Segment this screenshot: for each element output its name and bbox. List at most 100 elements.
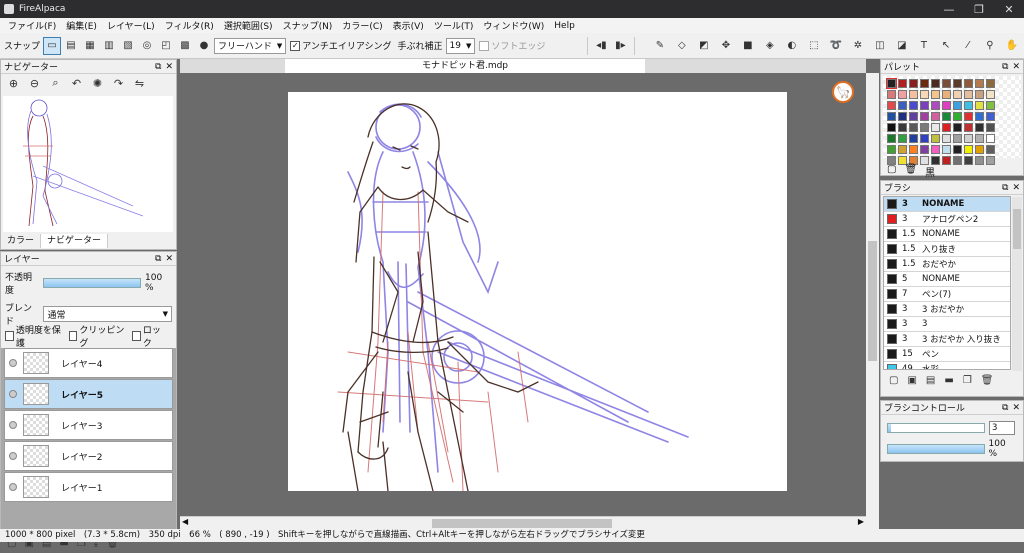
stabilizer-dropdown[interactable]: 19 ▼ — [445, 37, 476, 54]
hand-tool-icon[interactable]: ✋ — [1001, 37, 1022, 55]
palette-swatch[interactable] — [975, 145, 984, 154]
move-tool-icon[interactable]: ✥ — [715, 37, 736, 55]
visibility-icon[interactable] — [9, 452, 17, 460]
close-icon[interactable]: ✕ — [1012, 403, 1020, 413]
palette-swatch[interactable] — [986, 90, 995, 99]
brush-size-slider[interactable] — [887, 423, 985, 433]
new-brush-alt-icon[interactable]: ▣ — [907, 375, 916, 386]
float-icon[interactable]: ⧉ — [1002, 62, 1008, 72]
menu-tools[interactable]: ツール(T) — [429, 19, 479, 32]
palette-swatch[interactable] — [986, 79, 995, 88]
palette-swatch[interactable] — [931, 123, 940, 132]
palette-swatch[interactable] — [920, 134, 929, 143]
layer-row[interactable]: レイヤー5 — [4, 379, 173, 409]
palette-swatch[interactable] — [920, 123, 929, 132]
visibility-icon[interactable] — [9, 483, 17, 491]
snap-radial-icon[interactable]: ▥ — [100, 37, 118, 55]
layer-row[interactable]: レイヤー4 — [4, 348, 173, 378]
palette-swatch[interactable] — [953, 145, 962, 154]
palette-swatch[interactable] — [942, 156, 951, 165]
palette-swatch[interactable] — [898, 134, 907, 143]
snap-settings-icon[interactable]: ▩ — [176, 37, 194, 55]
layer-row[interactable]: レイヤー1 — [4, 472, 173, 502]
palette-swatch[interactable] — [920, 90, 929, 99]
close-button[interactable]: ✕ — [994, 3, 1024, 16]
magic-wand-tool-icon[interactable]: ✲ — [847, 37, 868, 55]
bucket-tool-icon[interactable]: ◈ — [759, 37, 780, 55]
visibility-icon[interactable] — [9, 421, 17, 429]
close-icon[interactable]: ✕ — [1012, 62, 1020, 72]
visibility-icon[interactable] — [9, 359, 17, 367]
brush-item[interactable]: 33 — [884, 317, 1010, 332]
palette-swatch[interactable] — [909, 79, 918, 88]
menu-help[interactable]: Help — [549, 21, 580, 31]
palette-swatch[interactable] — [986, 134, 995, 143]
dot-tool-icon[interactable]: ◩ — [693, 37, 714, 55]
palette-swatch[interactable] — [953, 79, 962, 88]
snap-perspective-icon[interactable]: ▧ — [119, 37, 137, 55]
palette-swatch[interactable] — [964, 145, 973, 154]
menu-window[interactable]: ウィンドウ(W) — [478, 19, 549, 32]
zoom-fit-icon[interactable]: ⌕ — [47, 76, 64, 90]
menu-color[interactable]: カラー(C) — [337, 19, 387, 32]
lasso-tool-icon[interactable]: ➰ — [825, 37, 846, 55]
palette-swatch[interactable] — [887, 90, 896, 99]
close-icon[interactable]: ✕ — [1012, 183, 1020, 193]
trash-icon[interactable]: 🗑 — [981, 375, 994, 386]
palette-swatch[interactable] — [953, 134, 962, 143]
zoom-in-icon[interactable]: ⊕ — [5, 77, 22, 90]
tab-color[interactable]: カラー — [1, 234, 42, 248]
lock-checkbox[interactable]: ロック — [132, 323, 166, 349]
snap-grid-icon[interactable]: ▦ — [81, 37, 99, 55]
undo-icon[interactable]: ◂▮ — [592, 37, 610, 55]
select-eraser-tool-icon[interactable]: ◪ — [891, 37, 912, 55]
float-icon[interactable]: ⧉ — [1002, 183, 1008, 193]
layer-row[interactable]: レイヤー3 — [4, 410, 173, 440]
palette-swatch[interactable] — [953, 123, 962, 132]
brush-item[interactable]: 3 3 おだやか 入り抜き — [884, 332, 1010, 347]
palette-swatch[interactable] — [986, 145, 995, 154]
text-tool-icon[interactable]: T — [913, 37, 934, 55]
menu-edit[interactable]: 編集(E) — [61, 19, 102, 32]
palette-swatch[interactable] — [942, 112, 951, 121]
gradient-tool-icon[interactable]: ◐ — [781, 37, 802, 55]
zoom-out-icon[interactable]: ⊖ — [26, 77, 43, 90]
palette-swatch[interactable] — [975, 156, 984, 165]
palette-swatch[interactable] — [953, 156, 962, 165]
palette-swatch[interactable] — [909, 134, 918, 143]
palette-swatch[interactable] — [898, 112, 907, 121]
palette-swatch[interactable] — [920, 112, 929, 121]
snap-off-icon[interactable]: ▭ — [43, 36, 62, 55]
close-icon[interactable]: ✕ — [165, 254, 173, 264]
palette-swatch[interactable] — [975, 134, 984, 143]
scroll-right-icon[interactable]: ▶ — [858, 517, 864, 526]
horizontal-scroll-thumb[interactable] — [432, 519, 612, 528]
menu-select[interactable]: 選択範囲(S) — [219, 19, 278, 32]
maximize-button[interactable]: ❐ — [964, 3, 994, 16]
brush-item[interactable]: 49 水彩 — [884, 362, 1010, 369]
redo-icon[interactable]: ▮▸ — [611, 37, 629, 55]
palette-swatch[interactable] — [931, 90, 940, 99]
palette-swatch[interactable] — [986, 112, 995, 121]
palette-swatch[interactable] — [942, 101, 951, 110]
palette-swatch[interactable] — [886, 78, 897, 89]
palette-swatch[interactable] — [887, 101, 896, 110]
palette-swatch[interactable] — [898, 79, 907, 88]
visibility-icon[interactable] — [9, 390, 17, 398]
preserve-opacity-checkbox[interactable]: 透明度を保護 — [5, 323, 63, 349]
menu-file[interactable]: ファイル(F) — [3, 19, 61, 32]
palette-swatch[interactable] — [964, 123, 973, 132]
palette-swatch[interactable] — [898, 123, 907, 132]
canvas-area[interactable]: 🦙 — [180, 73, 866, 516]
palette-swatch[interactable] — [909, 90, 918, 99]
palette-swatch[interactable] — [964, 156, 973, 165]
palette-swatch[interactable] — [920, 145, 929, 154]
menu-view[interactable]: 表示(V) — [388, 19, 429, 32]
palette-swatch[interactable] — [975, 123, 984, 132]
snap-circle-icon[interactable]: ◎ — [138, 37, 156, 55]
trash-icon[interactable]: 🗑 — [904, 164, 917, 179]
blend-dropdown[interactable]: 通常 ▼ — [43, 306, 172, 322]
close-icon[interactable]: ✕ — [165, 62, 173, 72]
operation-tool-icon[interactable]: ↖ — [935, 37, 956, 55]
palette-swatch[interactable] — [953, 112, 962, 121]
